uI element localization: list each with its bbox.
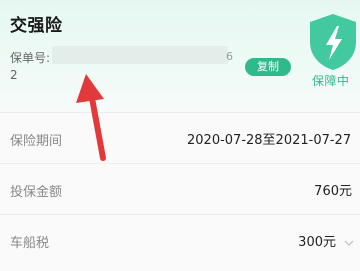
policy-header: 交强险 保单号: 6 2 复制 保障中 bbox=[0, 0, 360, 112]
page-title: 交强险 bbox=[10, 16, 63, 36]
row-value: 300元 bbox=[298, 235, 336, 250]
policy-number-label: 保单号: bbox=[10, 51, 51, 65]
shield-lightning-icon bbox=[306, 12, 360, 72]
row-vehicle-tax[interactable]: 车船税 300元 bbox=[0, 214, 360, 271]
policy-number-line2: 2 bbox=[10, 68, 18, 82]
chevron-down-icon[interactable] bbox=[344, 233, 354, 246]
row-value: 2020-07-28至2021-07-27 bbox=[187, 133, 352, 148]
status-badge: 保障中 bbox=[312, 74, 350, 88]
row-label: 车船税 bbox=[10, 236, 50, 251]
row-premium-amount: 投保金额 760元 bbox=[0, 163, 360, 214]
row-label: 投保金额 bbox=[10, 185, 63, 200]
row-value: 760元 bbox=[314, 184, 352, 199]
policy-number-tail: 6 bbox=[226, 50, 233, 63]
policy-number-masked bbox=[52, 46, 228, 64]
copy-button[interactable]: 复制 bbox=[245, 58, 291, 76]
row-label: 保险期间 bbox=[10, 134, 63, 149]
row-insurance-period: 保险期间 2020-07-28至2021-07-27 bbox=[0, 112, 360, 163]
